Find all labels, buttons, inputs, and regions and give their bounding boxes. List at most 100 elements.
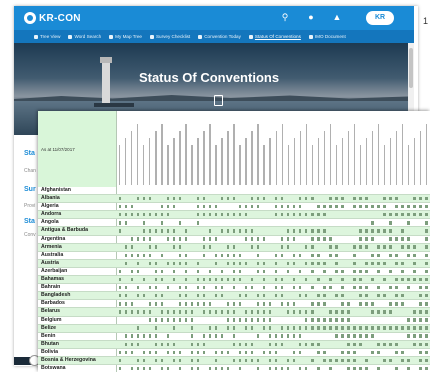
- ratification-mark: [419, 204, 422, 209]
- ratification-mark: [160, 229, 164, 233]
- ratification-mark: [166, 237, 170, 241]
- ratification-mark: [395, 213, 398, 217]
- ratification-mark: [287, 213, 290, 217]
- panel-heading[interactable]: Sta: [24, 218, 35, 225]
- ratification-mark: [196, 294, 200, 298]
- column-header-text: [263, 145, 265, 185]
- nav-item[interactable]: IMO Document: [308, 34, 346, 39]
- main-nav: Tree View Word Search My Map Tree Survey Ch…: [14, 30, 414, 43]
- ratification-cells: [117, 187, 430, 194]
- ratification-mark: [395, 277, 398, 282]
- ratification-mark: [148, 261, 151, 266]
- ratification-mark: [184, 237, 188, 241]
- document-header-left: As at 11/07/2017: [38, 111, 117, 187]
- user-icon[interactable]: ▲: [332, 12, 342, 23]
- status-of-conventions-document: As at 11/07/2017 Afghanistan Albania Alger…: [38, 111, 430, 372]
- ratification-mark: [178, 318, 182, 322]
- ratification-mark: [178, 221, 182, 225]
- nav-item-label: Tree View: [40, 34, 61, 39]
- table-row: Benin: [38, 333, 430, 341]
- ratification-mark: [395, 237, 398, 241]
- ratification-mark: [142, 294, 145, 298]
- ratification-mark: [166, 229, 170, 233]
- nav-item[interactable]: Survey Checklist: [149, 34, 190, 39]
- ratification-mark: [160, 342, 164, 346]
- ratification-mark: [124, 261, 127, 266]
- ratification-mark: [178, 350, 182, 355]
- ratification-mark: [238, 261, 242, 266]
- ratification-mark: [317, 213, 320, 217]
- ratification-mark: [196, 277, 200, 282]
- ratification-mark: [335, 196, 338, 201]
- ratification-mark: [172, 326, 176, 330]
- ratification-mark: [371, 350, 374, 355]
- column-header-text: [413, 138, 416, 185]
- scrollbar-thumb[interactable]: [409, 48, 413, 88]
- ratification-mark: [365, 285, 368, 290]
- ratification-mark: [401, 358, 404, 363]
- column-header-text: [293, 138, 295, 185]
- ratification-mark: [154, 285, 157, 290]
- ratification-mark: [413, 196, 416, 201]
- logo[interactable]: KR-CON: [24, 11, 81, 25]
- table-row: Bahrain: [38, 284, 430, 293]
- table-row: Bolivia: [38, 349, 430, 357]
- column-header-text: [365, 138, 368, 185]
- ratification-mark: [256, 237, 260, 241]
- ratification-mark: [335, 245, 338, 249]
- ratification-mark: [425, 310, 428, 314]
- ratification-mark: [154, 229, 157, 233]
- ratification-mark: [256, 334, 260, 338]
- ratification-mark: [166, 196, 170, 201]
- ratification-mark: [232, 285, 236, 290]
- convention-column-header: [148, 113, 152, 185]
- ratification-mark: [256, 294, 260, 298]
- ratification-mark: [389, 196, 392, 201]
- ratification-mark: [244, 237, 248, 241]
- ratification-mark: [226, 277, 230, 282]
- ratification-mark: [305, 366, 308, 371]
- panel-heading[interactable]: Sur: [24, 186, 36, 193]
- ratification-mark: [293, 334, 296, 338]
- ratification-mark: [425, 196, 428, 201]
- ratification-mark: [341, 204, 344, 209]
- ratification-mark: [226, 326, 230, 330]
- panel-heading[interactable]: Sta: [24, 150, 35, 157]
- ratification-mark: [214, 213, 218, 217]
- country-name: Afghanistan: [41, 187, 71, 193]
- ratification-mark: [365, 229, 368, 233]
- ratification-mark: [250, 342, 254, 346]
- country-name: Andorra: [41, 211, 62, 218]
- ratification-mark: [166, 334, 170, 338]
- ratification-cells: [117, 292, 430, 299]
- nav-icon: [149, 34, 154, 39]
- ratification-mark: [359, 204, 362, 209]
- ratification-mark: [377, 310, 380, 314]
- user-badge[interactable]: KR: [366, 11, 394, 25]
- nav-item[interactable]: Convention Today: [198, 34, 241, 39]
- ratification-mark: [287, 269, 290, 274]
- ratification-mark: [353, 261, 356, 266]
- nav-item[interactable]: Tree View: [34, 34, 60, 39]
- ratification-mark: [305, 196, 308, 201]
- ratification-mark: [329, 358, 332, 363]
- convention-column-header: [262, 113, 266, 185]
- ratification-mark: [365, 245, 368, 249]
- ratification-mark: [136, 285, 139, 290]
- ratification-mark: [130, 277, 133, 282]
- ratification-mark: [377, 269, 380, 274]
- search-icon[interactable]: ⚲: [280, 12, 290, 23]
- bell-icon[interactable]: ●: [306, 12, 316, 23]
- ratification-mark: [250, 229, 254, 233]
- ratification-mark: [268, 358, 272, 363]
- ratification-mark: [250, 318, 254, 322]
- nav-item[interactable]: Word Search: [68, 34, 101, 39]
- ratification-mark: [220, 196, 224, 201]
- ratification-mark: [425, 269, 428, 274]
- ratification-mark: [425, 358, 428, 363]
- nav-item[interactable]: My Map Tree: [109, 34, 142, 39]
- nav-icon: [34, 34, 38, 39]
- ratification-mark: [365, 294, 368, 298]
- nav-item[interactable]: Status Of Conventions: [248, 34, 301, 39]
- ratification-mark: [124, 204, 127, 209]
